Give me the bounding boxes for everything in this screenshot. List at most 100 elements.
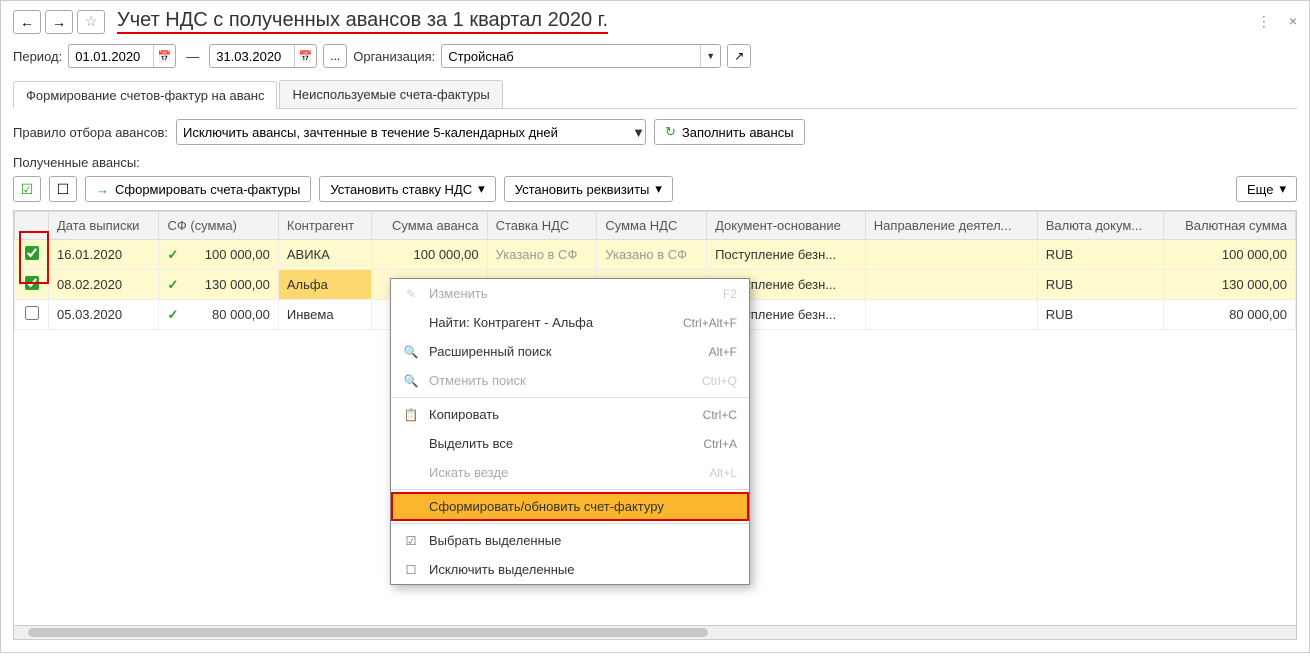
menu-item: ✎ Изменить F2 [391, 279, 749, 308]
set-requisites-button[interactable]: Установить реквизиты ▾ [504, 176, 673, 202]
context-menu: ✎ Изменить F2 Найти: Контрагент - Альфа … [390, 278, 750, 585]
more-menu-icon[interactable]: ⋮ [1257, 13, 1271, 30]
cell-advance: 100 000,00 [372, 240, 487, 270]
cell-currency: RUB [1037, 300, 1163, 330]
row-checkbox[interactable] [25, 276, 39, 290]
menu-item-shortcut: Ctrl+Alt+F [683, 316, 737, 330]
menu-item: 🔍 Отменить поиск Ctrl+Q [391, 366, 749, 395]
chevron-down-icon[interactable]: ▼ [632, 125, 645, 140]
chevron-down-icon: ▾ [478, 181, 485, 197]
more-button[interactable]: Еще ▾ [1236, 176, 1297, 202]
forward-button[interactable]: → [45, 10, 73, 34]
fill-advances-button[interactable]: ↻ Заполнить авансы [654, 119, 805, 145]
back-button[interactable]: ← [13, 10, 41, 34]
row-checkbox[interactable] [25, 306, 39, 320]
menu-item[interactable]: 🔍 Расширенный поиск Alt+F [391, 337, 749, 366]
col-date[interactable]: Дата выписки [49, 212, 159, 240]
menu-item-icon: ☑ [403, 534, 419, 548]
calendar-icon[interactable]: 📅 [294, 45, 316, 67]
cell-date: 16.01.2020 [49, 240, 159, 270]
cell-direction [865, 300, 1037, 330]
col-sf[interactable]: СФ (сумма) [159, 212, 278, 240]
col-advance[interactable]: Сумма аванса [372, 212, 487, 240]
set-vat-rate-button[interactable]: Установить ставку НДС ▾ [319, 176, 495, 202]
menu-item-label: Исключить выделенные [429, 562, 727, 577]
arrow-right-icon: → [96, 182, 109, 197]
menu-item-shortcut: Alt+L [709, 466, 737, 480]
menu-item[interactable]: Выделить все Ctrl+A [391, 429, 749, 458]
menu-item[interactable]: Найти: Контрагент - Альфа Ctrl+Alt+F [391, 308, 749, 337]
check-all-icon: ☑ [21, 181, 34, 198]
menu-item-icon: 🔍 [403, 374, 419, 388]
col-contractor[interactable]: Контрагент [278, 212, 372, 240]
tab-form-invoices[interactable]: Формирование счетов-фактур на аванс [13, 81, 277, 109]
cell-sf: ✓ 100 000,00 [159, 240, 278, 270]
star-icon: ☆ [85, 13, 98, 30]
col-vat-rate[interactable]: Ставка НДС [487, 212, 597, 240]
calendar-icon[interactable]: 📅 [153, 45, 175, 67]
menu-item[interactable]: ☑ Выбрать выделенные [391, 526, 749, 555]
menu-item[interactable]: 📋 Копировать Ctrl+C [391, 400, 749, 429]
deselect-all-button[interactable]: ☐ [49, 176, 77, 202]
rule-row: Правило отбора авансов: ▼ ↻ Заполнить ав… [13, 119, 1297, 145]
select-all-button[interactable]: ☑ [13, 176, 41, 202]
cell-curr-sum: 130 000,00 [1163, 270, 1295, 300]
refresh-icon: ↻ [665, 124, 676, 140]
menu-separator [391, 397, 749, 398]
rule-field[interactable] [177, 125, 632, 140]
check-icon: ✓ [167, 277, 178, 292]
cell-sf: ✓ 80 000,00 [159, 300, 278, 330]
horizontal-scrollbar[interactable] [14, 625, 1296, 639]
col-basis[interactable]: Документ-основание [707, 212, 866, 240]
favorite-button[interactable]: ☆ [77, 10, 105, 34]
menu-item[interactable]: ☐ Исключить выделенные [391, 555, 749, 584]
cell-date: 08.02.2020 [49, 270, 159, 300]
org-open-button[interactable]: ↗ [727, 44, 751, 68]
org-field[interactable] [442, 49, 700, 64]
org-select[interactable]: ▼ [441, 44, 721, 68]
check-icon: ✓ [167, 307, 178, 322]
tab-unused-invoices[interactable]: Неиспользуемые счета-фактуры [279, 80, 502, 108]
menu-item[interactable]: Сформировать/обновить счет-фактуру [391, 492, 749, 521]
cell-curr-sum: 80 000,00 [1163, 300, 1295, 330]
scrollbar-thumb[interactable] [28, 628, 708, 637]
menu-item-label: Отменить поиск [429, 373, 692, 388]
chevron-down-icon[interactable]: ▼ [700, 45, 720, 67]
date-from-field[interactable] [69, 49, 153, 64]
cell-currency: RUB [1037, 240, 1163, 270]
rule-select[interactable]: ▼ [176, 119, 646, 145]
more-label: Еще [1247, 182, 1273, 197]
menu-item-shortcut: F2 [723, 287, 737, 301]
menu-separator [391, 489, 749, 490]
org-label: Организация: [353, 49, 435, 64]
menu-item-shortcut: Ctrl+C [703, 408, 737, 422]
filter-row: Период: 📅 — 📅 ... Организация: ▼ ↗ [13, 44, 1297, 68]
cell-rate: Указано в СФ [487, 240, 597, 270]
title-actions: ⋮ × [1257, 13, 1297, 30]
rule-label: Правило отбора авансов: [13, 125, 168, 140]
req-label: Установить реквизиты [515, 182, 650, 197]
period-label: Период: [13, 49, 62, 64]
menu-item-shortcut: Ctrl+Q [702, 374, 737, 388]
menu-item-icon: 📋 [403, 408, 419, 422]
menu-item-label: Искать везде [429, 465, 699, 480]
date-from-input[interactable]: 📅 [68, 44, 176, 68]
form-invoices-button[interactable]: → Сформировать счета-фактуры [85, 176, 311, 202]
col-direction[interactable]: Направление деятел... [865, 212, 1037, 240]
col-vat-sum[interactable]: Сумма НДС [597, 212, 707, 240]
tabs: Формирование счетов-фактур на аванс Неис… [13, 80, 1297, 109]
menu-item-icon: ☐ [403, 563, 419, 577]
date-to-field[interactable] [210, 49, 294, 64]
menu-item: Искать везде Alt+L [391, 458, 749, 487]
close-icon[interactable]: × [1289, 13, 1297, 30]
chevron-down-icon: ▾ [1279, 181, 1286, 197]
col-curr-sum[interactable]: Валютная сумма [1163, 212, 1295, 240]
period-picker-button[interactable]: ... [323, 44, 347, 68]
menu-item-label: Найти: Контрагент - Альфа [429, 315, 673, 330]
row-checkbox[interactable] [25, 246, 39, 260]
cell-basis: Поступление безн... [707, 240, 866, 270]
col-currency[interactable]: Валюта докум... [1037, 212, 1163, 240]
date-to-input[interactable]: 📅 [209, 44, 317, 68]
uncheck-all-icon: ☐ [57, 181, 70, 198]
table-row[interactable]: 16.01.2020 ✓ 100 000,00 АВИКА 100 000,00… [15, 240, 1296, 270]
